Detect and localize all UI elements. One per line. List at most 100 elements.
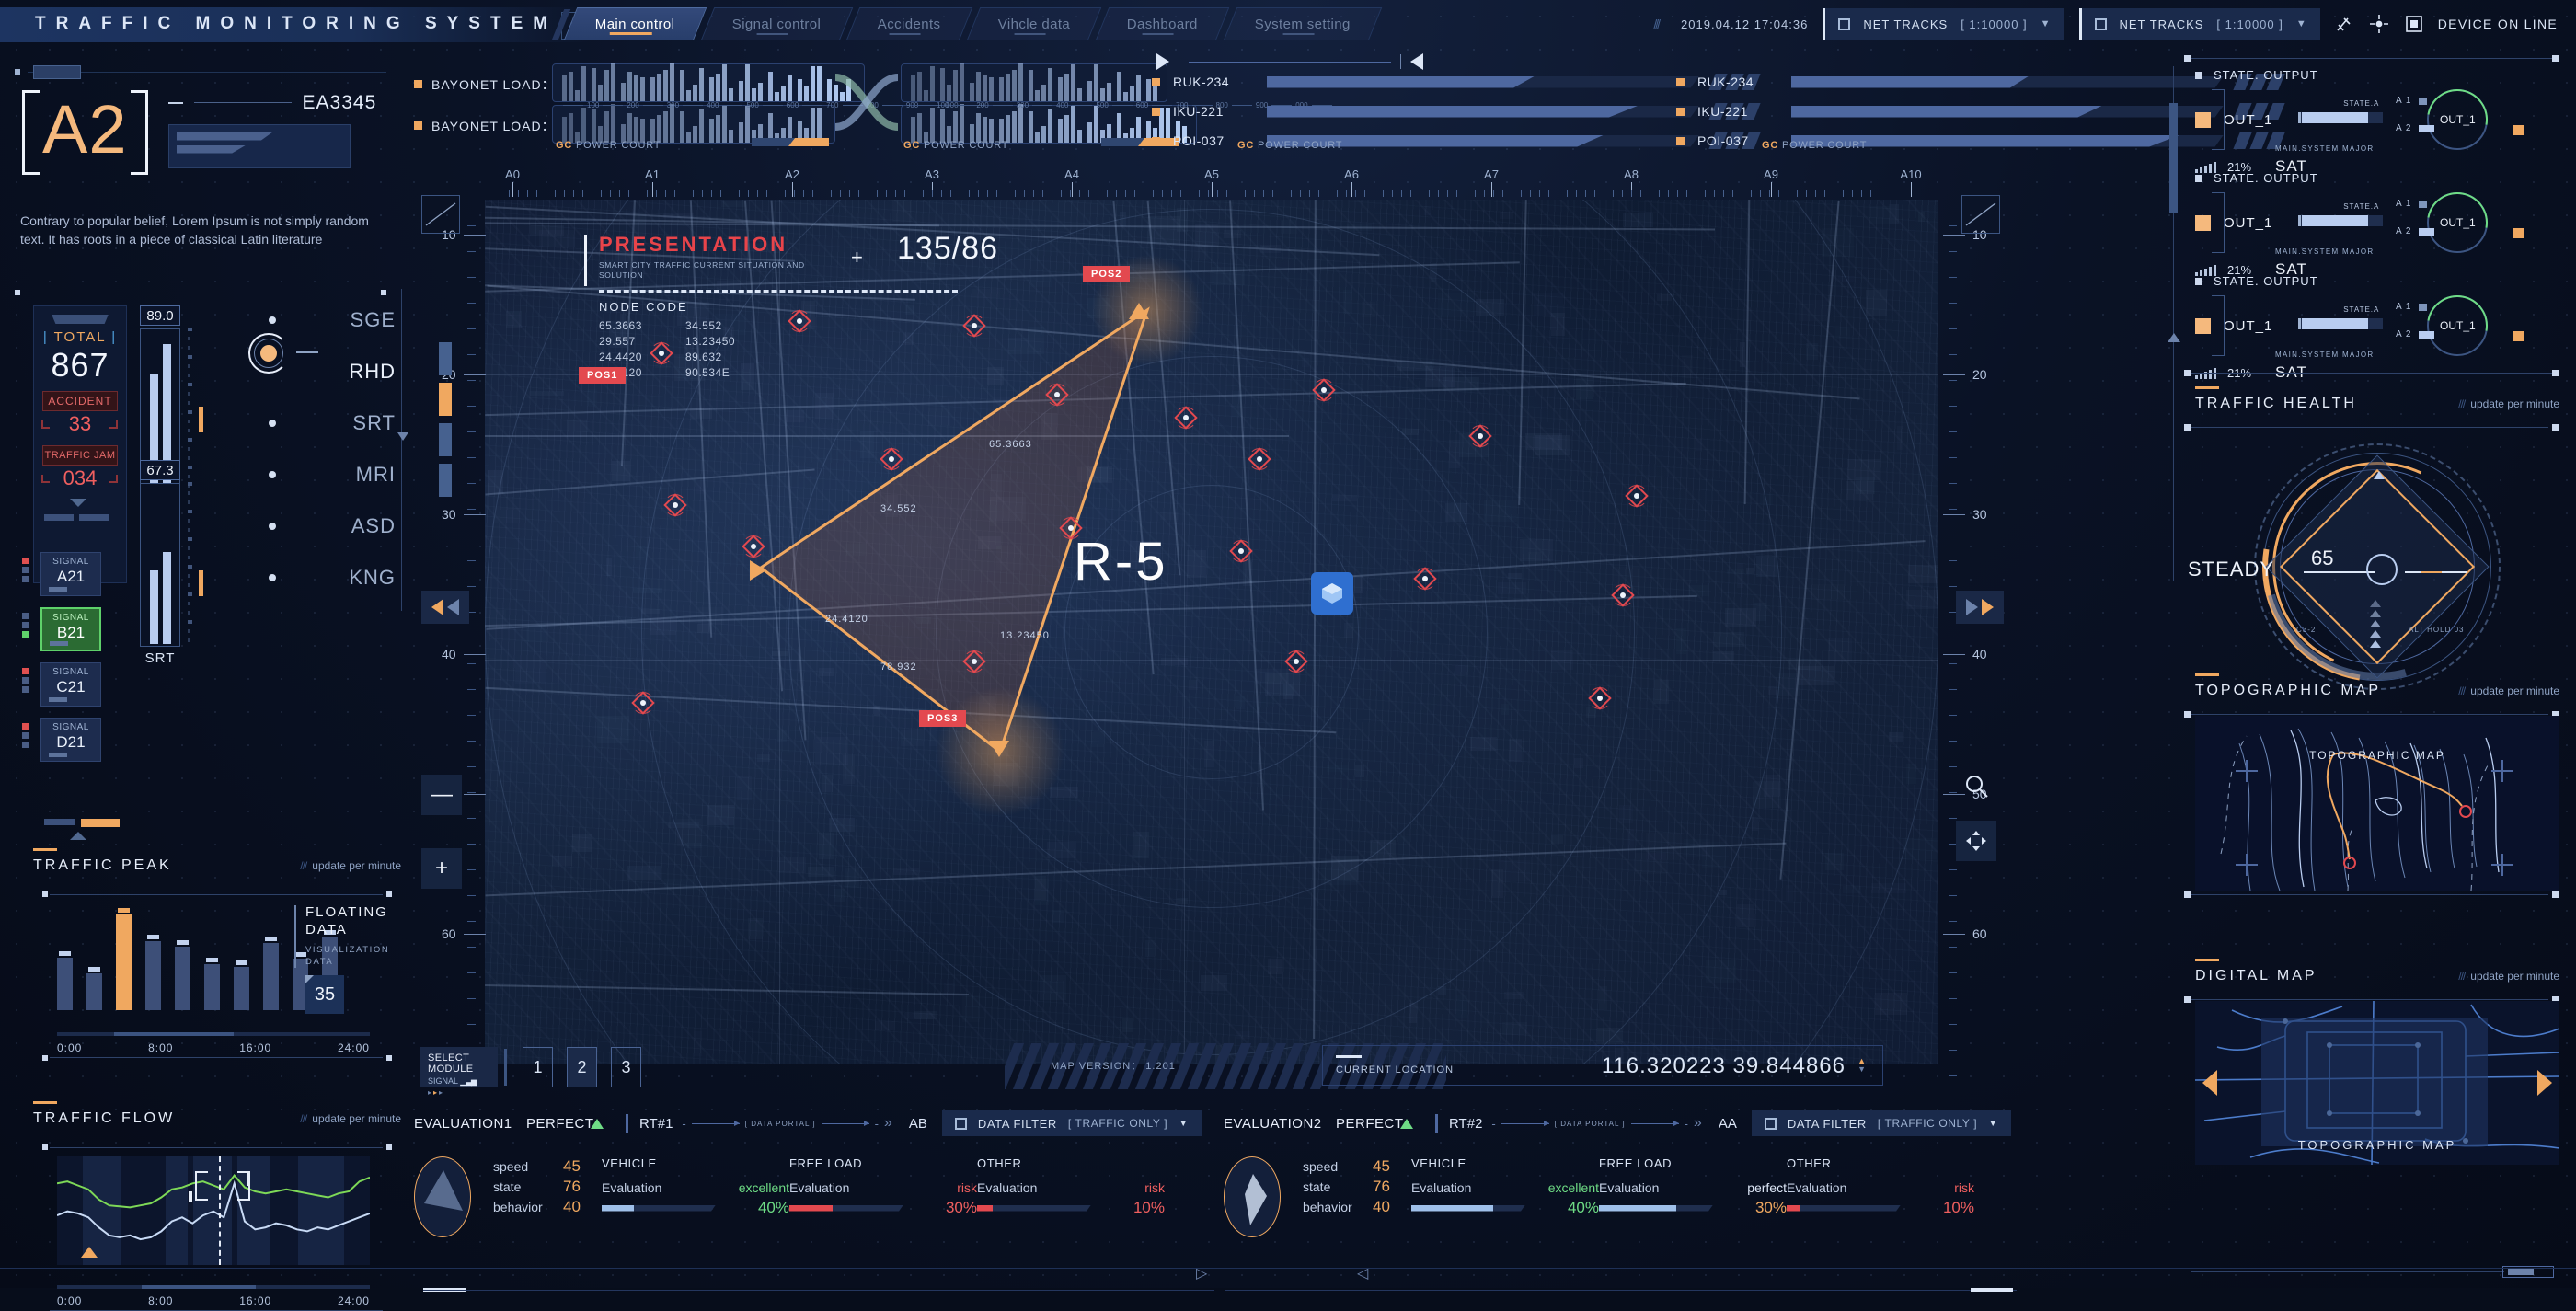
target-icon[interactable] (2369, 15, 2388, 33)
page-button-3[interactable]: 3 (611, 1047, 641, 1087)
map-incident-marker[interactable] (1284, 650, 1308, 673)
map-incident-marker[interactable] (742, 535, 765, 558)
nav-item-mri[interactable]: MRI (248, 449, 396, 500)
digital-map[interactable]: TOPOGRAPHIC MAP (2195, 1001, 2559, 1165)
map-incident-marker[interactable] (663, 493, 687, 517)
traffic-peak-panel: TRAFFIC PEAK ///update per minute 0:00 8:… (33, 848, 401, 1061)
chevron-down-icon[interactable]: ▼ (1179, 1119, 1189, 1129)
tab-system-setting[interactable]: System setting (1223, 7, 1383, 40)
map-incident-marker[interactable] (1229, 539, 1253, 563)
expand-icon[interactable] (1956, 821, 1996, 861)
nav-item-rhd[interactable]: RHD (248, 333, 396, 397)
route-icon[interactable] (2335, 15, 2353, 33)
map-zoom-out-button[interactable]: — (421, 775, 462, 815)
signal-d21[interactable]: SIGNAL D21 (40, 718, 101, 762)
footer-prev-icon[interactable]: ◁ (1357, 1264, 1368, 1282)
topographic-map[interactable]: TOPOGRAPHIC MAP (2195, 716, 2559, 891)
map-zoom-in-button[interactable]: + (421, 848, 462, 889)
data-filter-dropdown[interactable]: DATA FILTER [ TRAFFIC ONLY ] ▼ (1751, 1110, 2011, 1136)
map-incident-marker[interactable] (1468, 424, 1492, 448)
chevron-down-icon[interactable]: ▼ (1988, 1119, 1998, 1129)
map-axis-minor-tick (573, 190, 574, 197)
eval-group-title: VEHICLE (1411, 1156, 1466, 1170)
nav-rail[interactable] (401, 289, 402, 611)
unit-code: EA3345 (302, 91, 377, 113)
map-incident-marker[interactable] (1174, 406, 1198, 430)
channel-a2-label: A 2 (2396, 123, 2412, 133)
chevron-left-icon[interactable] (2202, 1070, 2217, 1096)
scroll-down-arrow[interactable] (70, 499, 86, 507)
data-filter-dropdown[interactable]: DATA FILTER [ TRAFFIC ONLY ] ▼ (941, 1110, 1202, 1136)
select-module-card[interactable]: SELECT MODULE SIGNAL ▁▃▅ ▸▸▸ (420, 1047, 498, 1097)
signal-a21[interactable]: SIGNAL A21 (40, 552, 101, 596)
map-axis-minor-tick (1824, 190, 1825, 197)
chevron-down-icon[interactable]: ▼ (2296, 18, 2307, 29)
map-incident-marker[interactable] (650, 341, 673, 365)
stepper-icon[interactable]: ▲ ▼ (1857, 1057, 1866, 1074)
axis-tick: 24:00 (337, 1294, 370, 1307)
map-layer-tag[interactable] (439, 423, 452, 456)
map-ratio-icon[interactable] (421, 195, 460, 234)
tab-main-control[interactable]: Main control (563, 7, 707, 40)
current-location-bar[interactable]: CURRENT LOCATION 116.320223 39.844866 ▲ ▼ (1322, 1045, 1883, 1086)
map-incident-marker[interactable] (1045, 383, 1069, 407)
map-incident-marker[interactable] (962, 314, 986, 338)
map-incident-marker[interactable] (1248, 447, 1271, 471)
map-incident-marker[interactable] (788, 309, 811, 333)
channel-a1-label: A 1 (2396, 199, 2412, 209)
map-axis-minor-tick (766, 190, 767, 197)
footer-play-icon[interactable]: ▷ (1196, 1264, 1207, 1282)
pos-tag-2[interactable]: POS2 (1083, 266, 1131, 282)
tab-vihcle-data[interactable]: Vihcle data (966, 7, 1102, 40)
map-next-button[interactable] (1956, 591, 2004, 624)
traffic-peak-scrubber[interactable] (57, 1032, 370, 1036)
nav-item-asd[interactable]: ASD (248, 500, 396, 552)
map-incident-marker[interactable] (631, 691, 655, 715)
layers-icon[interactable] (2405, 15, 2423, 33)
net-tracks-selector-2[interactable]: NET TRACKS [ 1:10000 ] ▼ (2078, 8, 2320, 40)
map-prev-button[interactable] (421, 591, 469, 624)
map-incident-marker[interactable] (962, 650, 986, 673)
chevron-right-icon[interactable] (2537, 1070, 2552, 1096)
mode-nav-menu[interactable]: SGE RHD SRT MRI ASD KNG (248, 294, 396, 604)
tab-accidents[interactable]: Accidents (845, 7, 972, 40)
map-scale-minor-tick (1949, 225, 1957, 226)
map-incident-marker[interactable] (1588, 686, 1612, 710)
net-tracks-selector-1[interactable]: NET TRACKS [ 1:10000 ] ▼ (1823, 8, 2064, 40)
map-axis-tick (1491, 182, 1492, 197)
pos-tag-1[interactable]: POS1 (579, 367, 627, 384)
track-playhead[interactable] (1156, 53, 1423, 70)
map-viewport[interactable]: PRESENTATION SMART CITY TRAFFIC CURRENT … (485, 200, 1938, 1064)
map-incident-marker[interactable] (1611, 583, 1635, 607)
map-ratio-icon-right[interactable] (1961, 195, 2000, 234)
nav-item-srt[interactable]: SRT (248, 397, 396, 449)
map-axis-minor-tick (1548, 190, 1549, 197)
signal-b21[interactable]: SIGNAL B21 (40, 607, 101, 651)
scroll-up-arrow[interactable] (70, 832, 86, 840)
map-layer-tag[interactable] (439, 464, 452, 497)
map-axis-minor-tick (1484, 190, 1485, 197)
cube-icon[interactable] (1311, 572, 1353, 615)
pos-tag-3[interactable]: POS3 (919, 710, 967, 727)
map-axis-minor-tick (1199, 190, 1200, 197)
map-incident-marker[interactable] (1625, 484, 1649, 508)
signal-c21[interactable]: SIGNAL C21 (40, 662, 101, 707)
map-axis-minor-tick (987, 190, 988, 197)
nav-item-kng[interactable]: KNG (248, 552, 396, 604)
evaluation-route: RT#1 (639, 1115, 673, 1132)
page-button-1[interactable]: 1 (523, 1047, 553, 1087)
main-nav-tabs[interactable]: Main control Signal control Accidents Vihcl… (563, 7, 1383, 40)
map-axis-minor-tick (1493, 190, 1494, 197)
map-incident-marker[interactable] (1059, 516, 1083, 540)
map-layer-tag[interactable] (439, 383, 452, 416)
map-incident-marker[interactable] (1413, 567, 1437, 591)
tab-dashboard[interactable]: Dashboard (1095, 7, 1230, 40)
map-incident-marker[interactable] (1312, 378, 1336, 402)
map-incident-marker[interactable] (880, 447, 903, 471)
tab-signal-control[interactable]: Signal control (700, 7, 853, 40)
search-icon[interactable] (1956, 765, 1996, 806)
chevron-down-icon[interactable]: ▼ (2041, 18, 2052, 29)
satellite-map[interactable]: PRESENTATION SMART CITY TRAFFIC CURRENT … (485, 200, 1938, 1064)
page-button-2[interactable]: 2 (567, 1047, 597, 1087)
map-layer-tag[interactable] (439, 342, 452, 375)
